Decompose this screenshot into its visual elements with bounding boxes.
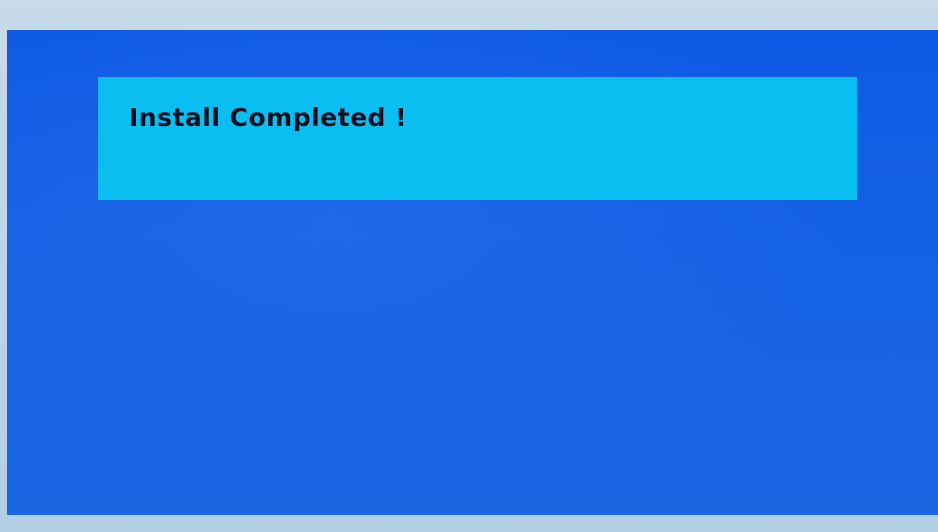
install-status-message: Install Completed ! [129,103,408,132]
status-message-box: Install Completed ! [98,77,857,200]
install-screen: Install Completed ! [7,30,938,515]
display-bezel: Install Completed ! [0,0,938,532]
